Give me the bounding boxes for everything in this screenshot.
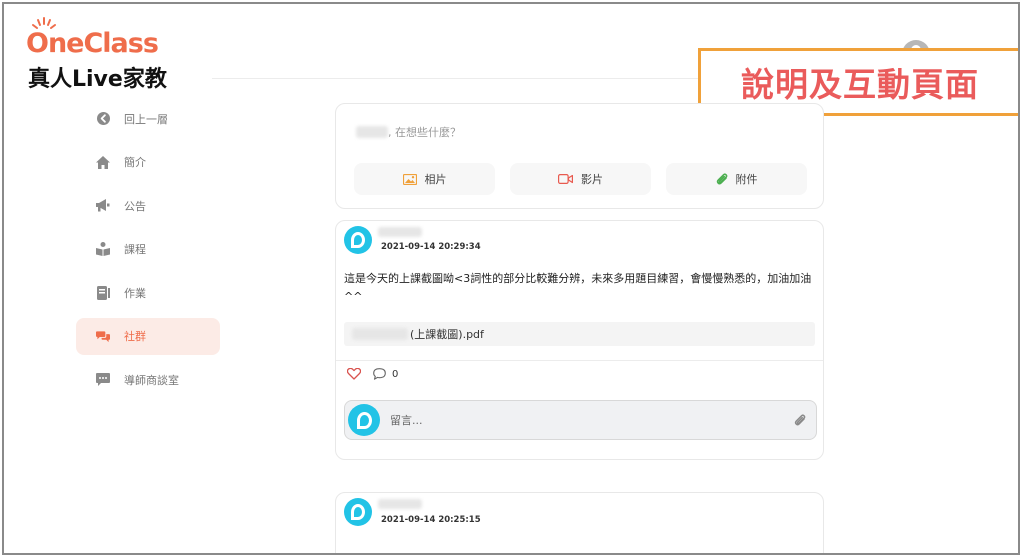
heart-icon[interactable] <box>347 368 361 380</box>
post-composer: , 在想些什麼？ 相片 影片 附件 <box>335 103 824 209</box>
post-divider <box>336 360 823 361</box>
brand-tagline: 真人Live家教 <box>28 67 167 92</box>
composer-prompt-text: , 在想些什麼？ <box>388 126 461 139</box>
post-reactions: 0 <box>347 368 398 380</box>
comment-count: 0 <box>392 368 399 380</box>
sidebar-item-label: 社群 <box>124 330 146 343</box>
poster-avatar[interactable] <box>344 498 372 526</box>
image-icon <box>402 173 417 185</box>
chat-bubbles-icon <box>96 329 110 343</box>
sidebar-item-label: 簡介 <box>124 156 146 169</box>
sidebar-item-community[interactable]: 社群 <box>76 317 220 355</box>
sidebar-item-courses[interactable]: 課程 <box>76 231 220 268</box>
add-photo-button[interactable]: 相片 <box>354 163 495 195</box>
message-icon <box>96 372 110 387</box>
video-icon <box>558 174 573 184</box>
sidebar-item-tutor-room[interactable]: 導師商談室 <box>76 361 220 398</box>
add-video-button[interactable]: 影片 <box>510 163 651 195</box>
composer-actions: 相片 影片 附件 <box>354 163 807 195</box>
sidebar-item-label: 導師商談室 <box>124 373 179 387</box>
sidebar-item-label: 作業 <box>124 286 146 300</box>
attachment-filename: (上課截圖).pdf <box>410 328 484 341</box>
post-attachment[interactable]: (上課截圖).pdf <box>344 322 815 346</box>
megaphone-icon <box>96 199 110 213</box>
sidebar-nav: 回上一層 簡介 公告 課程 作業 社群 導師商談室 <box>76 100 220 405</box>
post-card: 2021-09-14 20:29:34 這是今天的上課截圖呦<3詞性的部分比較難… <box>335 220 824 460</box>
sidebar-item-announcements[interactable]: 公告 <box>76 187 220 224</box>
logo-sun-icon <box>32 17 56 29</box>
sidebar-item-label: 課程 <box>124 243 146 256</box>
annotation-text: 說明及互動頁面 <box>741 65 979 104</box>
book-reader-icon <box>96 242 110 256</box>
composer-prompt[interactable]: , 在想些什麼？ <box>356 124 461 140</box>
sidebar-item-label: 回上一層 <box>124 112 168 126</box>
add-attachment-label: 附件 <box>735 173 758 186</box>
brand-block: OneClass 真人Live家教 <box>26 16 167 93</box>
paperclip-icon <box>716 172 727 184</box>
blurred-user-name <box>356 126 388 138</box>
add-video-label: 影片 <box>581 173 603 186</box>
sidebar-item-label: 公告 <box>124 199 146 213</box>
post-card: 2021-09-14 20:25:15 <box>335 492 824 553</box>
screenshot-frame: OneClass 真人Live家教 說明及互動頁面 回上一層 簡介 公告 課程 … <box>2 2 1020 555</box>
logo-text: OneClass <box>26 28 159 59</box>
comment-icon[interactable] <box>373 368 386 380</box>
poster-avatar[interactable] <box>344 226 372 254</box>
paperclip-icon[interactable] <box>794 413 806 427</box>
notebook-icon <box>96 285 110 300</box>
comment-input[interactable] <box>390 413 794 427</box>
back-arrow-icon <box>96 112 110 126</box>
post-body: 這是今天的上課截圖呦<3詞性的部分比較難分辨，未來多用題目練習，會慢慢熟悉的，加… <box>344 272 812 303</box>
comment-input-box <box>344 400 817 440</box>
commenter-avatar <box>348 404 380 436</box>
add-attachment-button[interactable]: 附件 <box>666 163 807 195</box>
blurred-poster-name <box>378 499 422 509</box>
post-timestamp: 2021-09-14 20:29:34 <box>381 242 481 252</box>
home-icon <box>96 155 110 169</box>
sidebar-item-homework[interactable]: 作業 <box>76 274 220 311</box>
blurred-file-prefix <box>352 328 408 340</box>
blurred-poster-name <box>378 227 422 237</box>
sidebar-item-back[interactable]: 回上一層 <box>76 100 220 137</box>
post-timestamp: 2021-09-14 20:25:15 <box>381 515 481 525</box>
add-photo-label: 相片 <box>424 173 447 186</box>
sidebar-item-intro[interactable]: 簡介 <box>76 144 220 181</box>
